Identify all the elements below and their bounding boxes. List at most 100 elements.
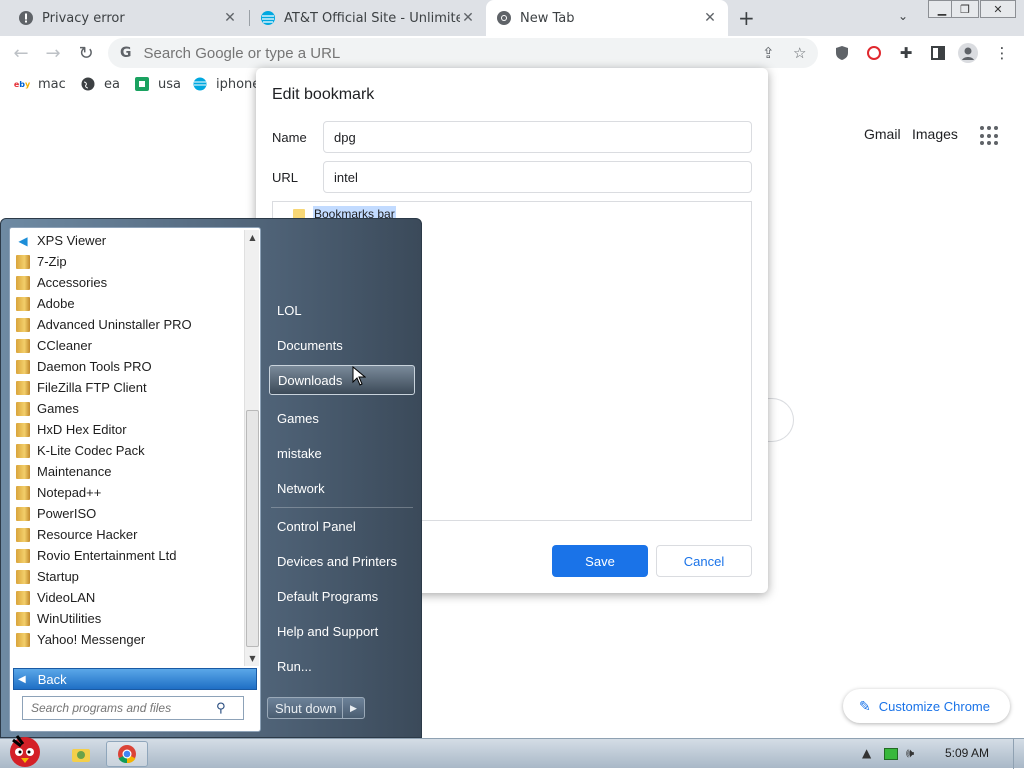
ublock-shield-icon[interactable] [832,43,852,63]
program-item[interactable]: CCleaner [12,335,244,356]
chrome-menu-icon[interactable]: ⋮ [992,43,1012,63]
tab-search-chevron-icon[interactable]: ⌄ [898,9,908,23]
program-label: Notepad++ [37,485,102,500]
new-tab-button[interactable]: + [738,6,755,30]
start-separator [271,507,413,508]
program-label: Daemon Tools PRO [37,359,152,374]
scroll-up-arrow-icon[interactable]: ▲ [245,230,260,245]
start-link-documents[interactable]: Documents [269,330,415,360]
tab-privacy-error[interactable]: Privacy error ✕ [8,0,248,36]
explorer-icon[interactable] [66,741,96,767]
program-item[interactable]: FileZilla FTP Client [12,377,244,398]
att-globe-icon [192,76,208,92]
program-label: Games [37,401,79,416]
program-item[interactable]: ◀ XPS Viewer [12,230,244,251]
taskbar-chrome-button[interactable] [106,741,148,767]
start-link-help-and-support[interactable]: Help and Support [269,616,415,646]
program-item[interactable]: Games [12,398,244,419]
back-button[interactable]: ◀ Back [13,668,257,690]
program-list-scrollbar[interactable]: ▲ ▼ [244,230,259,666]
bookmark-label: usa [158,76,181,92]
program-item[interactable]: Notepad++ [12,482,244,503]
side-panel-icon[interactable] [928,43,948,63]
folder-icon [16,338,30,353]
bookmark-usa[interactable]: usa [134,76,181,92]
shutdown-options-arrow-icon[interactable]: ▶ [342,698,364,718]
volume-icon[interactable]: 🕪 [906,746,914,761]
tab-att[interactable]: AT&T Official Site - Unlimited ✕ [250,0,486,36]
show-hidden-icons-icon[interactable]: ▲ [862,746,871,760]
show-desktop-button[interactable] [1013,739,1024,769]
forward-arrow-icon[interactable]: → [42,42,64,64]
bookmark-mac[interactable]: eby mac [14,76,66,92]
program-item[interactable]: Resource Hacker [12,524,244,545]
program-item[interactable]: K-Lite Codec Pack [12,440,244,461]
profile-avatar-icon[interactable] [958,43,978,63]
images-link[interactable]: Images [912,126,958,142]
bookmark-name-input[interactable] [323,121,752,153]
close-tab-icon[interactable]: ✕ [222,10,238,26]
program-item[interactable]: 7-Zip [12,251,244,272]
program-item[interactable]: Yahoo! Messenger [12,629,244,650]
start-link-lol[interactable]: LOL [269,295,415,325]
customize-chrome-button[interactable]: ✎ Customize Chrome [843,689,1010,723]
program-label: WinUtilities [37,611,102,626]
url-label: URL [272,170,299,185]
cancel-button[interactable]: Cancel [656,545,752,577]
start-link-downloads[interactable]: Downloads [269,365,415,395]
omnibox-input[interactable] [143,44,744,62]
taskbar-clock[interactable]: 5:09 AM [945,746,989,760]
reload-icon[interactable]: ↻ [75,42,97,64]
tab-strip: Privacy error ✕ AT&T Official Site - Unl… [0,0,1024,36]
start-link-network[interactable]: Network [269,473,415,503]
start-link-games[interactable]: Games [269,403,415,433]
google-apps-grid-icon[interactable] [980,126,1000,146]
close-tab-icon[interactable]: ✕ [460,10,476,26]
program-item[interactable]: Startup [12,566,244,587]
program-item[interactable]: Adobe [12,293,244,314]
program-item[interactable]: Accessories [12,272,244,293]
program-label: K-Lite Codec Pack [37,443,145,458]
gmail-link[interactable]: Gmail [864,126,901,142]
start-link-devices-and-printers[interactable]: Devices and Printers [269,546,415,576]
tab-new-tab[interactable]: New Tab ✕ [486,0,728,36]
bookmark-ea[interactable]: ea [80,76,120,92]
program-item[interactable]: VideoLAN [12,587,244,608]
chrome-icon [496,10,512,26]
start-link-run[interactable]: Run... [269,651,415,681]
omnibox[interactable]: G [108,38,818,68]
start-orb-angry-bird-icon[interactable] [2,731,48,769]
close-tab-icon[interactable]: ✕ [702,10,718,26]
start-link-control-panel[interactable]: Control Panel [269,511,415,541]
bookmark-star-icon[interactable]: ☆ [793,44,806,62]
program-item[interactable]: Advanced Uninstaller PRO [12,314,244,335]
start-link-default-programs[interactable]: Default Programs [269,581,415,611]
bookmark-url-input[interactable] [323,161,752,193]
scroll-thumb[interactable] [246,410,259,647]
folder-icon [16,485,30,500]
start-search-input[interactable] [31,701,216,715]
program-item[interactable]: PowerISO [12,503,244,524]
restore-button[interactable]: ❐ [951,0,979,18]
scroll-down-arrow-icon[interactable]: ▼ [245,651,260,666]
extensions-puzzle-icon[interactable]: ✚ [896,43,916,63]
program-item[interactable]: Daemon Tools PRO [12,356,244,377]
program-item[interactable]: WinUtilities [12,608,244,629]
close-window-button[interactable]: ✕ [980,0,1016,18]
shutdown-button[interactable]: Shut down ▶ [267,697,365,719]
network-icon[interactable] [884,748,898,760]
folder-icon [16,380,30,395]
bookmark-iphone[interactable]: iphone [192,76,260,92]
search-icon[interactable]: ⚲ [216,701,226,716]
back-arrow-icon[interactable]: ← [10,42,32,64]
folder-icon [16,359,30,374]
program-item[interactable]: HxD Hex Editor [12,419,244,440]
start-link-mistake[interactable]: mistake [269,438,415,468]
start-search-box[interactable]: ⚲ [22,696,244,720]
program-item[interactable]: Maintenance [12,461,244,482]
share-icon[interactable]: ⇪ [762,44,775,62]
opera-o-icon[interactable] [864,43,884,63]
program-item[interactable]: Rovio Entertainment Ltd [12,545,244,566]
save-button[interactable]: Save [552,545,648,577]
add-shortcut-tile[interactable] [764,398,794,442]
